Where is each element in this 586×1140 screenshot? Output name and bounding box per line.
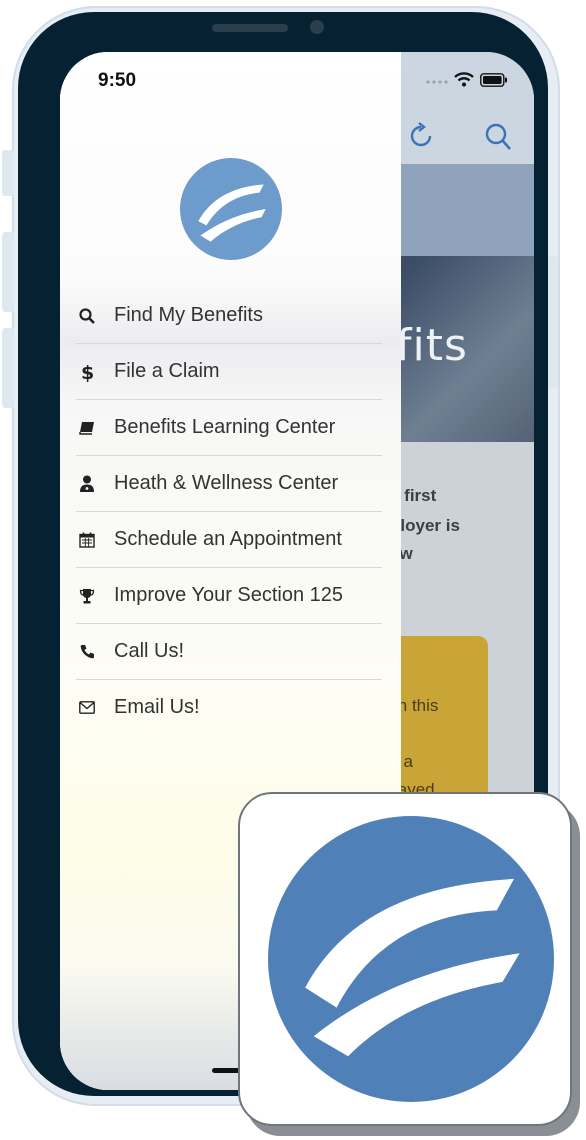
search-icon[interactable] bbox=[484, 122, 512, 157]
menu-item-find-my-benefits[interactable]: Find My Benefits bbox=[76, 288, 382, 344]
menu-item-benefits-learning-center[interactable]: Benefits Learning Center bbox=[76, 400, 382, 456]
menu-item-label: Call Us! bbox=[114, 640, 185, 662]
svg-text:$: $ bbox=[81, 362, 94, 382]
mute-switch bbox=[2, 150, 14, 196]
front-camera bbox=[310, 20, 324, 34]
menu-item-label: File a Claim bbox=[114, 360, 220, 382]
trophy-icon bbox=[76, 585, 98, 607]
app-icon bbox=[238, 792, 572, 1126]
menu-item-label: Find My Benefits bbox=[114, 304, 263, 326]
volume-down-button bbox=[2, 328, 14, 408]
calendar-icon bbox=[76, 529, 98, 551]
refresh-icon[interactable] bbox=[408, 122, 436, 157]
battery-icon bbox=[480, 72, 508, 92]
brand-logo-icon bbox=[268, 816, 554, 1102]
volume-up-button bbox=[2, 232, 14, 312]
menu-item-file-a-claim[interactable]: $ File a Claim bbox=[76, 344, 382, 400]
menu-item-label: Heath & Wellness Center bbox=[114, 472, 339, 494]
status-bar-icons bbox=[426, 72, 508, 92]
menu-item-label: Schedule an Appointment bbox=[114, 528, 342, 550]
menu-item-improve-section-125[interactable]: Improve Your Section 125 bbox=[76, 568, 382, 624]
brand-logo-icon bbox=[180, 158, 282, 260]
menu-item-schedule-appointment[interactable]: Schedule an Appointment bbox=[76, 512, 382, 568]
phone-notch bbox=[120, 12, 392, 50]
menu-item-call-us[interactable]: Call Us! bbox=[76, 624, 382, 680]
earpiece-speaker bbox=[212, 24, 288, 32]
hero-title-text: fits bbox=[396, 320, 468, 371]
menu-item-label: Improve Your Section 125 bbox=[114, 584, 344, 606]
envelope-icon bbox=[76, 697, 98, 719]
dollar-icon: $ bbox=[76, 361, 98, 383]
menu-item-health-wellness-center[interactable]: Heath & Wellness Center bbox=[76, 456, 382, 512]
drawer-menu: Find My Benefits $ File a Claim Benefits… bbox=[76, 288, 382, 735]
menu-item-email-us[interactable]: Email Us! bbox=[76, 680, 382, 735]
status-bar-time: 9:50 bbox=[98, 70, 137, 91]
wifi-icon bbox=[454, 72, 474, 92]
doctor-icon bbox=[76, 473, 98, 495]
book-icon bbox=[76, 417, 98, 439]
search-icon bbox=[76, 305, 98, 327]
menu-item-label: Email Us! bbox=[114, 696, 200, 718]
menu-item-label: Benefits Learning Center bbox=[114, 416, 336, 438]
phone-icon bbox=[76, 641, 98, 663]
cellular-signal-icon bbox=[426, 73, 448, 91]
